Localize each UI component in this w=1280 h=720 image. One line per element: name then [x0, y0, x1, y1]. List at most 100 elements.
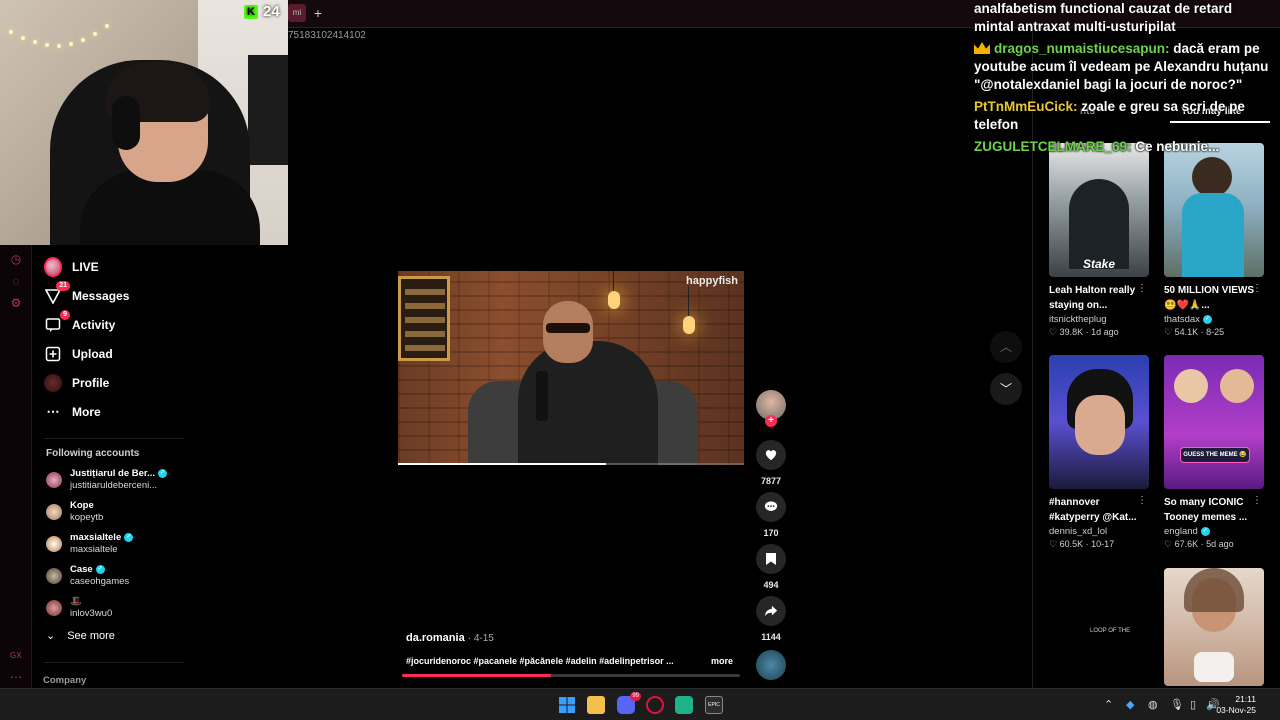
app-icon[interactable]: [675, 696, 693, 714]
video-frame-progress: [398, 463, 744, 465]
settings-icon[interactable]: ⚙: [8, 295, 24, 311]
card-stats: ♡ 67.6K · 5d ago: [1164, 539, 1234, 549]
account-name: maxsialtele: [70, 532, 122, 543]
microphone-icon[interactable]: 🎙: [1170, 698, 1184, 711]
recommended-card[interactable]: [1164, 568, 1268, 686]
following-account[interactable]: Kope kopeytb: [46, 498, 103, 526]
recommended-card[interactable]: 50 MILLION VIEWS😵‍💫❤️🙏... ⋮ thatsdax ✓ ♡ …: [1164, 143, 1268, 338]
see-more-button[interactable]: ⌄ See more: [46, 629, 115, 643]
more-options-icon[interactable]: ⋮: [1137, 495, 1147, 506]
clock-date: 03-Nov-25: [1216, 705, 1256, 715]
follow-plus-icon[interactable]: +: [765, 415, 777, 427]
tray-overflow-icon[interactable]: ⌃: [1104, 698, 1113, 711]
card-author[interactable]: england: [1164, 526, 1198, 537]
url-fragment: 75183102414102: [288, 30, 366, 41]
tray-app-icon[interactable]: ◆: [1126, 698, 1134, 711]
new-tab-button[interactable]: +: [310, 5, 326, 21]
thumbnail-overlay-text: Stake: [1082, 257, 1116, 271]
nav-item-profile[interactable]: Profile: [44, 370, 109, 396]
history-icon[interactable]: ◷: [8, 251, 24, 267]
browser-tab[interactable]: mi: [288, 4, 306, 22]
discord-badge: 99: [630, 692, 641, 701]
messages-badge: 21: [56, 281, 70, 291]
discord-icon[interactable]: 99: [617, 692, 641, 714]
nav-item-upload[interactable]: Upload: [44, 341, 113, 367]
video-thumbnail[interactable]: [1049, 355, 1149, 489]
caption-more-button[interactable]: more: [711, 656, 733, 666]
nav-item-activity[interactable]: 9 Activity: [44, 310, 116, 338]
card-author-line[interactable]: thatsdax ✓: [1164, 314, 1268, 325]
clock-time: 21:11: [1235, 694, 1256, 704]
following-account[interactable]: 🎩 inlov3wu0: [46, 594, 112, 622]
card-author[interactable]: itsnicktheplug: [1049, 314, 1153, 325]
recommended-card[interactable]: #hannover #katyperry @Kat... ⋮ dennis_xd…: [1049, 355, 1153, 550]
video-author[interactable]: da.romania: [406, 632, 465, 644]
kick-logo-icon: K: [244, 4, 258, 19]
thumbnail-overlay-text: GUESS THE MEME 😂: [1180, 447, 1250, 463]
avatar: [46, 536, 62, 552]
verified-icon: ✓: [1202, 314, 1212, 324]
viewer-count: 24: [263, 3, 280, 20]
avatar: [46, 568, 62, 584]
nav-item-live[interactable]: LIVE: [44, 254, 99, 280]
music-disc-icon[interactable]: [756, 650, 786, 680]
next-video-button[interactable]: ﹀: [990, 373, 1022, 405]
profile-avatar-icon: [44, 374, 62, 392]
chevron-down-icon: ﹀: [999, 382, 1012, 396]
account-handle: inlov3wu0: [70, 608, 113, 619]
epic-games-icon[interactable]: EPIC: [705, 696, 723, 714]
windows-start-icon[interactable]: [558, 696, 576, 714]
video-thumbnail[interactable]: GUESS THE MEME 😂: [1164, 355, 1264, 489]
nav-divider: [44, 438, 184, 439]
opera-gx-icon[interactable]: [646, 696, 664, 714]
chat-username: PtTnMmEuCick:: [974, 99, 1078, 114]
like-button[interactable]: [756, 440, 786, 470]
network-icon[interactable]: ▯: [1190, 698, 1196, 711]
video-thumbnail[interactable]: Stake: [1049, 143, 1149, 277]
more-options-icon[interactable]: ⋮: [1252, 495, 1262, 506]
verified-icon: ✓: [95, 564, 105, 574]
nav-label: Activity: [72, 318, 116, 332]
video-author-line[interactable]: da.romania · 4-15: [406, 632, 494, 644]
comment-button[interactable]: [756, 492, 786, 522]
recommended-card[interactable]: Stake Leah Halton really staying on... ⋮…: [1049, 143, 1153, 338]
viewer-counter: K 24: [244, 3, 280, 20]
like-count: 7877: [760, 476, 782, 486]
video-thumbnail[interactable]: [1164, 568, 1264, 686]
nav-item-more[interactable]: ⋯ More: [44, 399, 101, 425]
nav-label: Messages: [72, 289, 130, 303]
card-author[interactable]: dennis_xd_lol: [1049, 526, 1153, 537]
video-hashtags[interactable]: #jocuridenoroc #pacanele #păcănele #adel…: [406, 656, 691, 666]
following-account[interactable]: Case ✓ caseohgames: [46, 562, 129, 590]
nav-label: Profile: [72, 376, 110, 390]
following-account[interactable]: Justițiarul de Ber... ✓ justitiaruldeberc…: [46, 466, 167, 494]
verified-icon: ✓: [124, 532, 134, 542]
following-account[interactable]: maxsialtele ✓ maxsialtele: [46, 530, 134, 558]
card-author-line[interactable]: england ✓: [1164, 526, 1268, 537]
share-button[interactable]: [756, 596, 786, 626]
video-progress-bar[interactable]: [402, 674, 740, 677]
tray-discord-icon[interactable]: ◍: [1148, 698, 1158, 711]
save-button[interactable]: [756, 544, 786, 574]
more-options-icon[interactable]: ⋮: [1252, 283, 1262, 294]
nav-item-messages[interactable]: 21 Messages: [44, 281, 130, 309]
chat-username: dragos_numaistiucesapun:: [994, 41, 1170, 56]
previous-video-button[interactable]: ︿: [990, 331, 1022, 363]
more-options-icon[interactable]: ⋮: [1137, 283, 1147, 294]
file-explorer-icon[interactable]: [587, 696, 605, 714]
company-link[interactable]: Company: [43, 675, 86, 686]
loop-watermark: LOOP OF THE: [1090, 628, 1131, 634]
account-name: Case: [70, 564, 93, 575]
account-handle: caseohgames: [70, 576, 130, 587]
account-name: Justițiarul de Ber...: [70, 468, 155, 479]
video-watermark: happyfish: [686, 275, 738, 287]
live-avatar-icon: [44, 257, 62, 277]
recommended-card[interactable]: GUESS THE MEME 😂 So many ICONIC Tooney m…: [1164, 355, 1268, 550]
taskbar-clock[interactable]: 21:11 03-Nov-25: [1216, 694, 1256, 716]
video-thumbnail[interactable]: [1164, 143, 1264, 277]
chat-message: analfabetism functional cauzat de retard…: [974, 0, 1274, 36]
card-author[interactable]: thatsdax: [1164, 314, 1200, 325]
more-sidebar-icon[interactable]: ⋯: [8, 669, 24, 685]
video-player[interactable]: happyfish: [398, 271, 744, 465]
messenger-icon[interactable]: ◌: [8, 273, 24, 289]
